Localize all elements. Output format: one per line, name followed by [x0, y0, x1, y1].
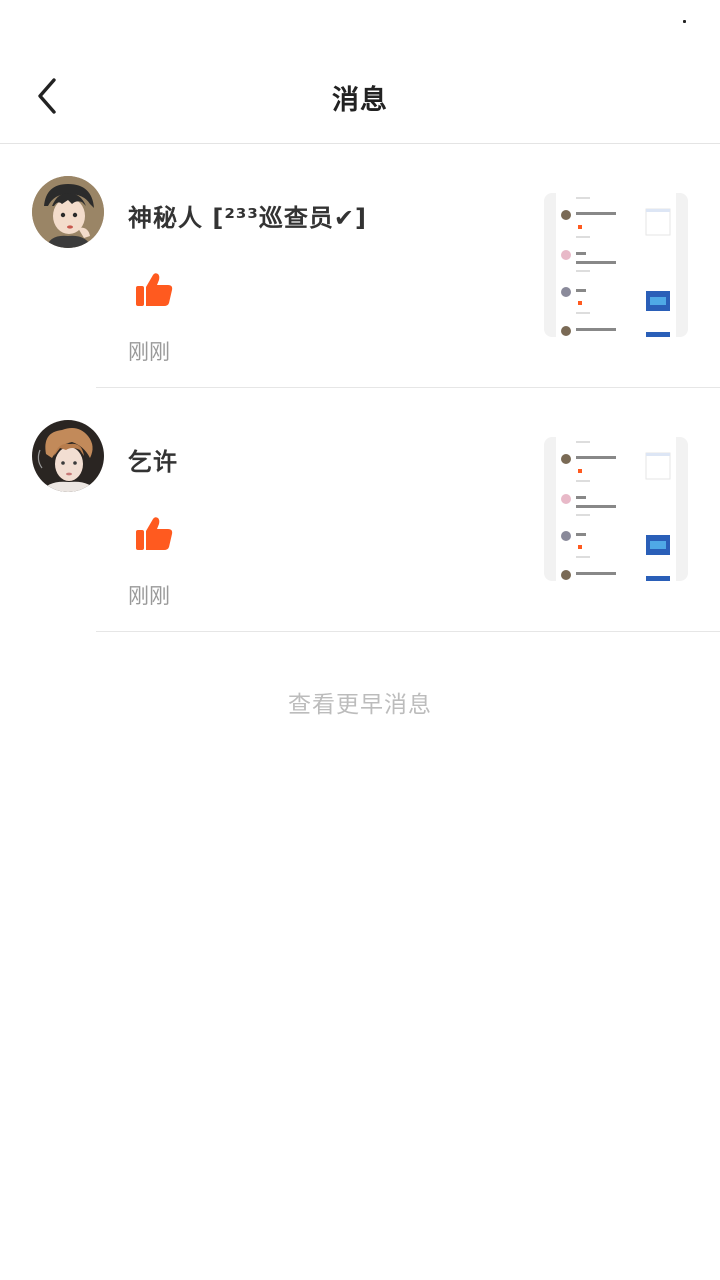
- page-title: 消息: [332, 85, 388, 116]
- status-indicator: [683, 20, 686, 23]
- notification-item[interactable]: 神秘人 [²³³巡查员✔] 刚刚: [0, 144, 720, 388]
- post-thumbnail[interactable]: [544, 437, 688, 581]
- post-thumbnail-preview: [556, 437, 676, 581]
- timestamp: 刚刚: [128, 584, 170, 608]
- post-thumbnail-preview: [556, 193, 676, 337]
- avatar[interactable]: [32, 420, 104, 492]
- username[interactable]: 神秘人 [²³³巡查员✔]: [128, 198, 367, 233]
- view-earlier-messages-link[interactable]: 查看更早消息: [0, 685, 720, 719]
- status-bar: [0, 0, 720, 48]
- thumbs-up-icon: [136, 273, 173, 306]
- thumbs-up-icon: [136, 517, 173, 550]
- avatar[interactable]: [32, 176, 104, 248]
- notification-item[interactable]: 乞许 刚刚: [0, 388, 720, 632]
- divider: [96, 631, 720, 632]
- top-nav-bar: 消息: [0, 48, 720, 144]
- post-thumbnail[interactable]: [544, 193, 688, 337]
- timestamp: 刚刚: [128, 340, 170, 364]
- username[interactable]: 乞许: [128, 442, 178, 477]
